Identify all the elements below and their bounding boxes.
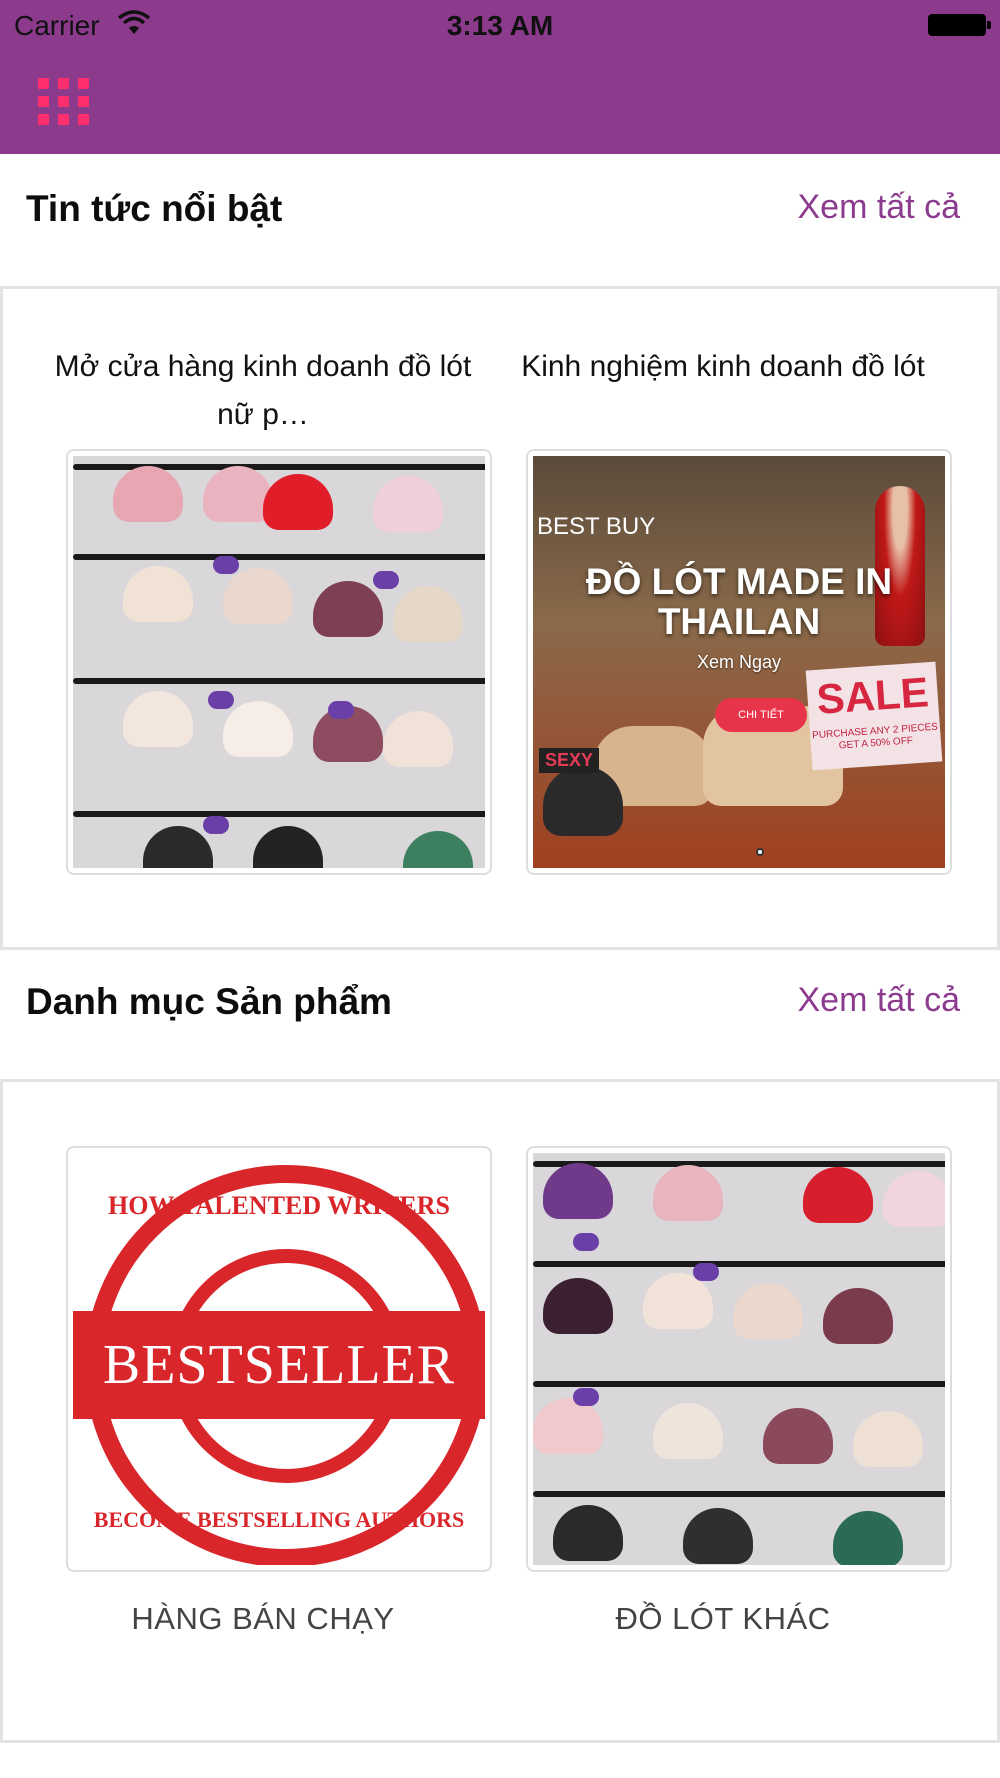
news-image[interactable]: [66, 449, 492, 875]
status-bar: Carrier 3:13 AM: [0, 0, 1000, 50]
category-label[interactable]: HÀNG BÁN CHẠY: [43, 1601, 483, 1637]
see-all-categories-link[interactable]: Xem tất cả: [797, 981, 960, 1020]
banner-headline: ĐỒ LÓT MADE IN THAILAN: [585, 561, 893, 642]
promo-banner-image: BEST BUY SEXY SALE PURCHASE ANY 2 PIECES…: [533, 456, 945, 868]
category-label[interactable]: ĐỒ LÓT KHÁC: [503, 1601, 943, 1637]
stamp-main-text: BESTSELLER: [102, 1334, 456, 1396]
section-title: Danh mục Sản phẩm: [26, 981, 392, 1022]
sexy-tag: SEXY: [539, 748, 600, 773]
carousel-dot: [756, 848, 764, 856]
sale-text: SALE: [815, 668, 931, 723]
bestseller-stamp-image: HOW TALENTED WRITERS BESTSELLER BECOME B…: [73, 1153, 485, 1565]
see-all-news-link[interactable]: Xem tất cả: [797, 188, 960, 227]
category-image[interactable]: HOW TALENTED WRITERS BESTSELLER BECOME B…: [66, 1146, 492, 1572]
sale-small-text: PURCHASE ANY 2 PIECES GET A 50% OFF: [811, 721, 939, 752]
banner-subtitle: Xem Ngay: [696, 652, 782, 672]
news-image[interactable]: BEST BUY SEXY SALE PURCHASE ANY 2 PIECES…: [526, 449, 952, 875]
app-header: Carrier 3:13 AM: [0, 0, 1000, 154]
section-title: Tin tức nổi bật: [26, 188, 283, 229]
best-buy-sign: BEST BUY: [537, 513, 656, 540]
stamp-top-text: HOW TALENTED WRITERS: [108, 1191, 450, 1220]
battery-icon: [928, 14, 991, 36]
product-categories-header: Danh mục Sản phẩm Xem tất cả: [0, 953, 1000, 1077]
status-time: 3:13 AM: [446, 10, 554, 41]
grid-menu-icon[interactable]: [30, 70, 96, 130]
news-title[interactable]: Kinh nghiệm kinh doanh đồ lót: [503, 343, 943, 391]
stamp-bottom-text: BECOME BESTSELLING AUTHORS: [93, 1507, 465, 1532]
bra-display-image: [533, 1153, 945, 1565]
featured-news-header: Tin tức nổi bật Xem tất cả: [0, 160, 1000, 284]
category-image[interactable]: [526, 1146, 952, 1572]
news-title[interactable]: Mở cửa hàng kinh doanh đồ lót nữ p…: [43, 343, 483, 439]
banner-detail-button[interactable]: CHI TIẾT: [715, 698, 807, 732]
featured-news-panel: Mở cửa hàng kinh doanh đồ lót nữ p… Kinh…: [0, 286, 1000, 950]
sale-sign: SALE PURCHASE ANY 2 PIECES GET A 50% OFF: [805, 661, 943, 771]
product-categories-panel: HOW TALENTED WRITERS BESTSELLER BECOME B…: [0, 1079, 1000, 1743]
bra-display-image: [73, 456, 485, 868]
